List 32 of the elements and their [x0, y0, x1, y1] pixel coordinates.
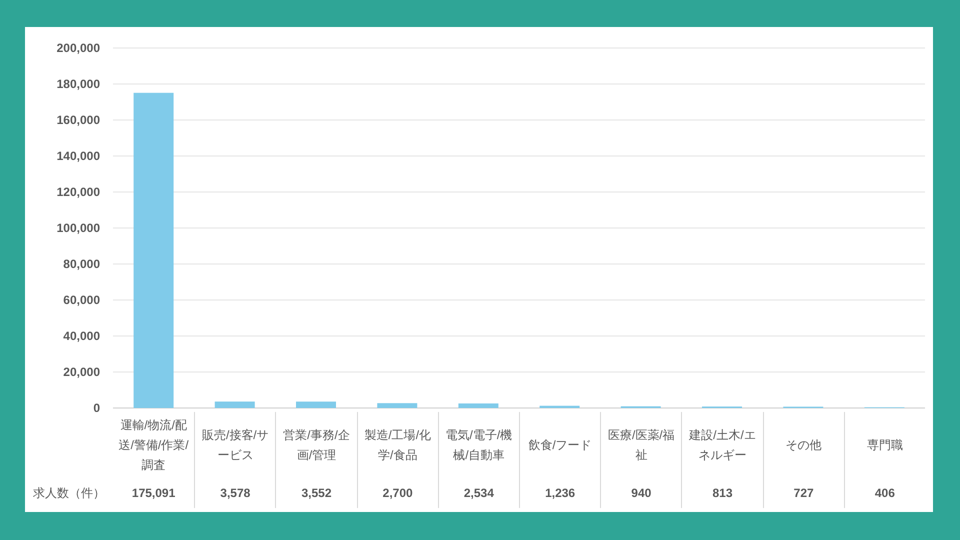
x-axis-label: 電気/電子/機械/自動車 — [444, 427, 514, 464]
y-tick-label: 200,000 — [56, 41, 100, 55]
value-label: 2,700 — [382, 485, 413, 502]
value-label: 813 — [712, 485, 732, 502]
value-label: 727 — [794, 485, 814, 502]
x-axis-label: 販売/接客/サービス — [200, 427, 270, 464]
y-tick-label: 100,000 — [56, 221, 100, 235]
y-tick-label: 80,000 — [63, 257, 100, 271]
y-tick-label: 40,000 — [63, 329, 100, 343]
value-label: 3,578 — [220, 485, 250, 502]
value-label: 406 — [874, 485, 895, 502]
series-label: 求人数（件） — [33, 485, 105, 502]
y-tick-label: 120,000 — [56, 185, 100, 199]
y-tick-label: 60,000 — [63, 293, 100, 307]
y-tick-label: 180,000 — [56, 77, 100, 91]
y-tick-label: 160,000 — [56, 113, 100, 127]
x-axis-label: その他 — [786, 437, 822, 454]
x-axis-label: 建設/土木/エネルギー — [688, 427, 757, 464]
x-axis-label: 製造/工場/化学/食品 — [363, 427, 432, 464]
y-tick-label: 0 — [93, 401, 100, 412]
x-axis-label: 専門職 — [866, 437, 903, 454]
value-label: 940 — [631, 485, 652, 502]
y-tick-label: 140,000 — [56, 149, 100, 163]
x-axis-label: 医療/医薬/福祉 — [606, 427, 676, 464]
value-label: 3,552 — [301, 485, 332, 502]
x-axis-label: 飲食/フード — [528, 437, 592, 454]
x-axis-label: 運輸/物流/配送/警備/作業/調査 — [118, 417, 190, 474]
value-label: 175,091 — [132, 485, 176, 502]
value-label: 1,236 — [545, 485, 576, 502]
x-axis-label: 営業/事務/企画/管理 — [282, 427, 351, 464]
value-label: 2,534 — [464, 485, 494, 502]
y-tick-label: 20,000 — [63, 365, 100, 379]
